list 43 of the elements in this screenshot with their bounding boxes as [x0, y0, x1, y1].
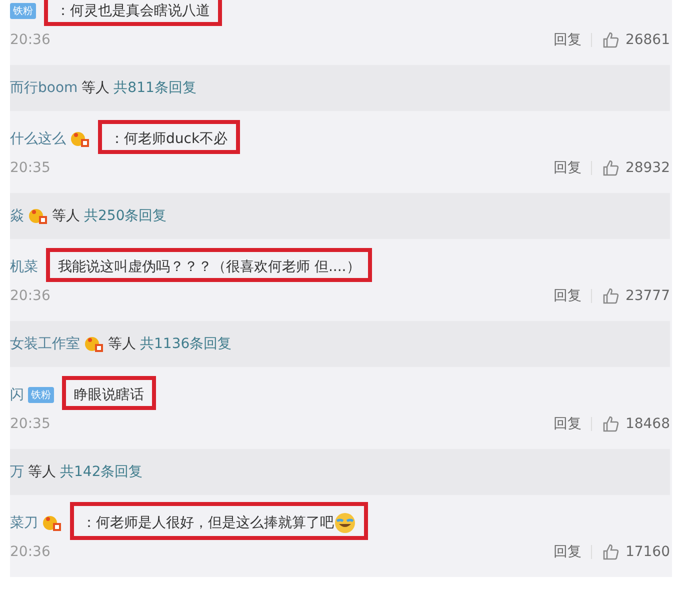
reply-link[interactable]: 回复: [553, 31, 582, 49]
username[interactable]: 闪: [10, 386, 24, 404]
thumbs-up-icon[interactable]: [602, 159, 620, 177]
like-count: 18468: [625, 416, 670, 432]
reply-count-link[interactable]: 共142条回复: [60, 463, 143, 481]
thumbs-up-icon[interactable]: [602, 543, 620, 561]
username[interactable]: 女装工作室: [10, 335, 80, 353]
comment-text: ：何灵也是真会瞎说八道: [44, 0, 222, 26]
comment-text: ：何老师duck不必: [98, 120, 240, 154]
others-label: 等人: [82, 79, 110, 97]
comment-time: 20:36: [10, 32, 52, 48]
others-label: 等人: [52, 207, 80, 225]
comment-time: 20:35: [10, 160, 52, 176]
username[interactable]: 万: [10, 463, 24, 481]
others-label: 等人: [28, 463, 56, 481]
fan-badge: 铁粉: [10, 3, 36, 19]
username[interactable]: 什么这么: [10, 130, 66, 148]
comment-text: 睁眼说瞎话: [62, 376, 156, 410]
username[interactable]: 机菜: [10, 258, 38, 276]
comment-time: 20:36: [10, 544, 52, 560]
reply-link[interactable]: 回复: [553, 415, 582, 433]
others-label: 等人: [108, 335, 136, 353]
comment-time: 20:35: [10, 416, 52, 432]
like-count: 26861: [625, 32, 670, 48]
comment-time: 20:36: [10, 288, 52, 304]
reply-count-link[interactable]: 共1136条回复: [140, 335, 232, 353]
reply-count-link[interactable]: 共250条回复: [84, 207, 167, 225]
reply-link[interactable]: 回复: [553, 159, 582, 177]
thumbs-up-icon[interactable]: [602, 287, 620, 305]
like-count: 23777: [625, 288, 670, 304]
thumbs-up-icon[interactable]: [602, 415, 620, 433]
username[interactable]: 焱: [10, 207, 24, 225]
reply-link[interactable]: 回复: [553, 287, 582, 305]
reply-link[interactable]: 回复: [553, 543, 582, 561]
thumbs-up-icon[interactable]: [602, 31, 620, 49]
like-count: 17160: [625, 544, 670, 560]
like-count: 28932: [625, 160, 670, 176]
fan-badge: 铁粉: [28, 387, 54, 403]
comment-text: ：何老师是人很好，但是这么捧就算了吧: [70, 502, 368, 540]
username[interactable]: 而行boom: [10, 79, 78, 97]
comment-text: 我能说这叫虚伪吗？？？（很喜欢何老师 但....）: [46, 248, 372, 282]
username[interactable]: 菜刀: [10, 514, 38, 532]
reply-count-link[interactable]: 共811条回复: [114, 79, 196, 97]
